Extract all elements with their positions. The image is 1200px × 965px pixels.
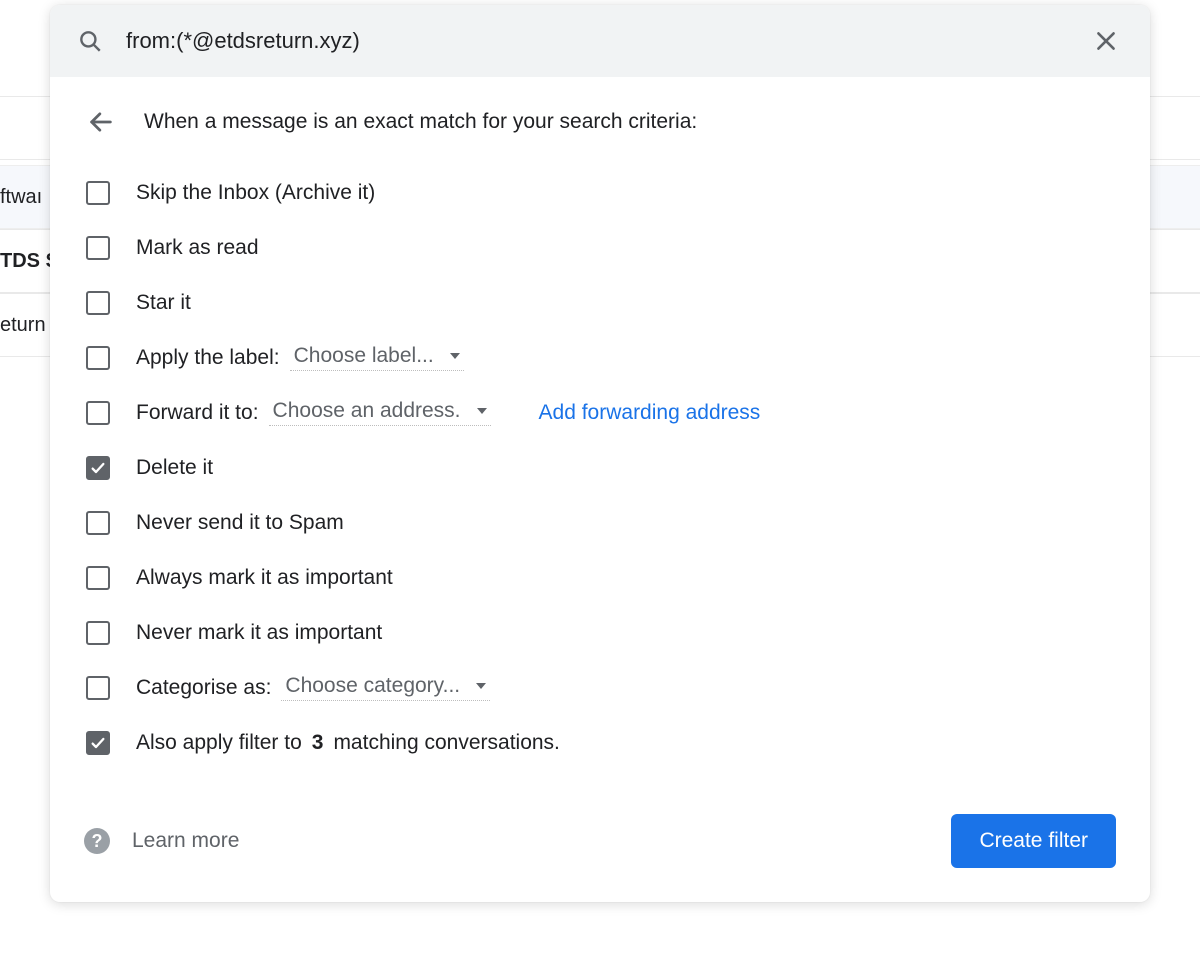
checkbox-always-important[interactable] <box>86 566 110 590</box>
checkbox-never-spam[interactable] <box>86 511 110 535</box>
footer-left: ? Learn more <box>84 828 239 854</box>
label-skip-inbox: Skip the Inbox (Archive it) <box>136 181 375 205</box>
caret-down-icon <box>477 408 487 414</box>
search-bar: from:(*@etdsreturn.xyz) <box>50 5 1150 77</box>
label-also-apply: Also apply filter to 3 matching conversa… <box>136 731 560 755</box>
option-apply-label: Apply the label: Choose label... <box>84 330 1116 385</box>
search-query[interactable]: from:(*@etdsreturn.xyz) <box>126 28 1066 54</box>
select-label[interactable]: Choose label... <box>290 344 464 371</box>
label-always-important: Always mark it as important <box>136 566 393 590</box>
option-forward: Forward it to: Choose an address. Add fo… <box>84 385 1116 440</box>
add-forwarding-link[interactable]: Add forwarding address <box>539 401 761 425</box>
checkbox-delete[interactable] <box>86 456 110 480</box>
option-mark-read: Mark as read <box>84 220 1116 275</box>
filter-dialog: from:(*@etdsreturn.xyz) When a message i… <box>50 5 1150 902</box>
create-filter-button[interactable]: Create filter <box>951 814 1116 868</box>
bg-text-1: ftwaı <box>0 186 42 209</box>
option-categorise: Categorise as: Choose category... <box>84 660 1116 715</box>
option-never-spam: Never send it to Spam <box>84 495 1116 550</box>
also-apply-count: 3 <box>312 731 324 755</box>
label-never-spam: Never send it to Spam <box>136 511 344 535</box>
checkbox-star[interactable] <box>86 291 110 315</box>
option-never-important: Never mark it as important <box>84 605 1116 660</box>
label-never-important: Never mark it as important <box>136 621 382 645</box>
label-mark-read: Mark as read <box>136 236 259 260</box>
dialog-body: When a message is an exact match for you… <box>50 77 1150 902</box>
label-apply-label: Apply the label: Choose label... <box>136 344 464 371</box>
option-also-apply: Also apply filter to 3 matching conversa… <box>84 715 1116 770</box>
back-arrow-icon[interactable] <box>84 105 118 139</box>
option-delete: Delete it <box>84 440 1116 495</box>
checkbox-mark-read[interactable] <box>86 236 110 260</box>
checkbox-skip-inbox[interactable] <box>86 181 110 205</box>
learn-more-link[interactable]: Learn more <box>132 829 239 853</box>
select-forward-address[interactable]: Choose an address. <box>269 399 491 426</box>
label-forward: Forward it to: Choose an address. Add fo… <box>136 399 760 426</box>
dialog-footer: ? Learn more Create filter <box>84 814 1116 868</box>
help-icon[interactable]: ? <box>84 828 110 854</box>
also-apply-suffix: matching conversations. <box>333 731 559 755</box>
option-star: Star it <box>84 275 1116 330</box>
label-forward-prefix: Forward it to: <box>136 401 259 425</box>
select-label-text: Choose label... <box>294 344 434 368</box>
dialog-header: When a message is an exact match for you… <box>84 105 1116 139</box>
label-star: Star it <box>136 291 191 315</box>
checkbox-never-important[interactable] <box>86 621 110 645</box>
label-apply-label-prefix: Apply the label: <box>136 346 280 370</box>
label-categorise-prefix: Categorise as: <box>136 676 271 700</box>
search-icon[interactable] <box>74 25 106 57</box>
caret-down-icon <box>450 353 460 359</box>
bg-text-3: eturn <box>0 314 46 337</box>
label-delete: Delete it <box>136 456 213 480</box>
checkbox-apply-label[interactable] <box>86 346 110 370</box>
checkbox-also-apply[interactable] <box>86 731 110 755</box>
option-skip-inbox: Skip the Inbox (Archive it) <box>84 165 1116 220</box>
label-categorise: Categorise as: Choose category... <box>136 674 490 701</box>
also-apply-prefix: Also apply filter to <box>136 731 302 755</box>
option-always-important: Always mark it as important <box>84 550 1116 605</box>
checkbox-forward[interactable] <box>86 401 110 425</box>
select-forward-text: Choose an address. <box>273 399 461 423</box>
select-category-text: Choose category... <box>285 674 460 698</box>
checkbox-categorise[interactable] <box>86 676 110 700</box>
close-icon[interactable] <box>1086 21 1126 61</box>
caret-down-icon <box>476 683 486 689</box>
filter-prompt: When a message is an exact match for you… <box>144 110 697 134</box>
select-category[interactable]: Choose category... <box>281 674 490 701</box>
